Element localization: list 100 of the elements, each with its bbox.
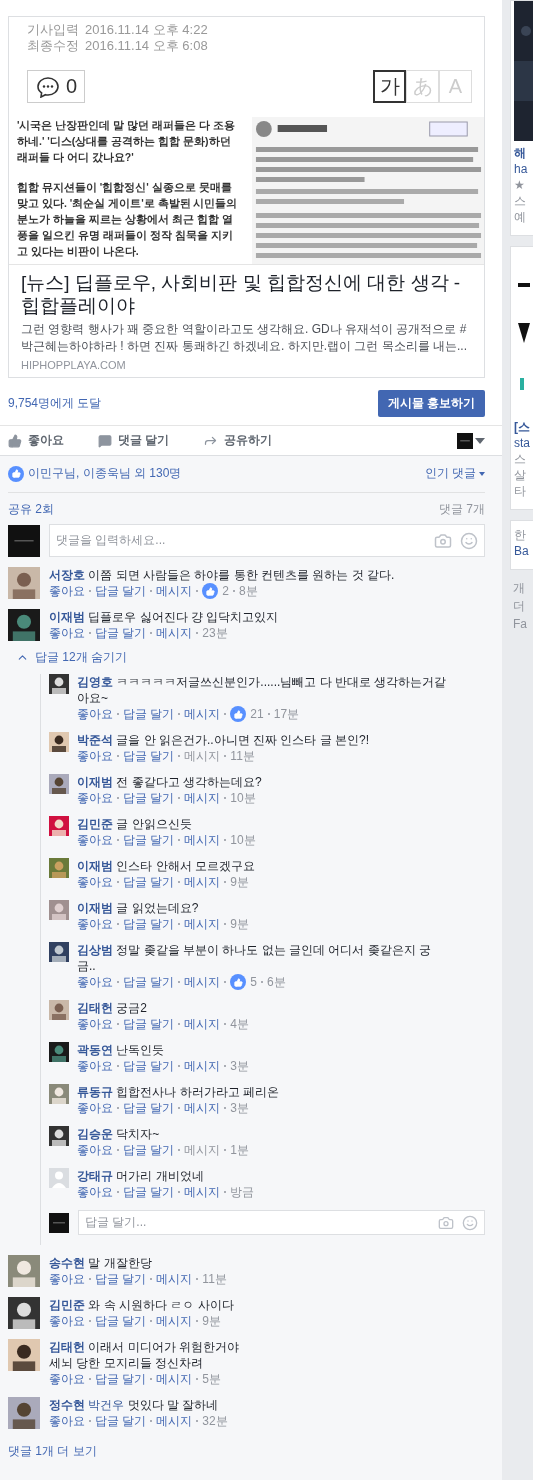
like-icon bbox=[230, 974, 247, 990]
message-link[interactable]: 메시지 bbox=[184, 790, 221, 806]
message-link[interactable]: 메시지 bbox=[184, 706, 221, 722]
sidebar-text[interactable]: sta bbox=[514, 435, 533, 451]
page-selector[interactable] bbox=[457, 432, 485, 449]
comment-time: 3분 bbox=[230, 1100, 250, 1116]
sidebar-text[interactable]: [스 bbox=[514, 419, 533, 435]
link-title: [뉴스] 딥플로우, 사회비판 및 힙합정신에 대한 생각 - 힙합플레이야 bbox=[21, 271, 462, 317]
reply-link[interactable]: 답글 달기 bbox=[123, 1058, 175, 1074]
message-link[interactable]: 메시지 bbox=[184, 974, 221, 990]
reply-link[interactable]: 답글 달기 bbox=[123, 1100, 175, 1116]
message-link[interactable]: 메시지 bbox=[184, 1058, 221, 1074]
like-link[interactable]: 좋아요 bbox=[77, 1016, 113, 1032]
sidebar-text: 예 bbox=[514, 209, 527, 225]
message-link[interactable]: 메시지 bbox=[156, 1413, 193, 1429]
camera-icon[interactable] bbox=[434, 531, 452, 550]
like-link[interactable]: 좋아요 bbox=[77, 1100, 113, 1116]
like-link[interactable]: 좋아요 bbox=[77, 832, 113, 848]
comment-time: 32분 bbox=[202, 1413, 228, 1429]
article-paragraph: '시국은 난장판인데 말 많던 래퍼들은 다 조용하네.' '디스(상대를 공격하는 힙합 문화)하던 래퍼들 다 어디 갔나요?' bbox=[17, 118, 236, 165]
message-link[interactable]: 메시지 bbox=[184, 874, 221, 890]
comment-text: 박준석 글을 안 읽은건가..아니면 진짜 인스타 글 본인?! bbox=[77, 732, 370, 748]
sidebar-text: ★ bbox=[514, 177, 526, 193]
like-link[interactable]: 좋아요 bbox=[77, 916, 113, 932]
like-link[interactable]: 좋아요 bbox=[77, 790, 113, 806]
post-action-button[interactable]: 공유하기 bbox=[203, 432, 273, 449]
like-count: 2 bbox=[222, 583, 230, 599]
like-link[interactable]: 좋아요 bbox=[49, 1271, 85, 1287]
comment-count: 0 bbox=[66, 75, 78, 98]
comment-text: 김태헌 궁금2 bbox=[77, 1000, 149, 1016]
reply-input[interactable]: 답글 달기... bbox=[78, 1210, 485, 1235]
message-link[interactable]: 메시지 bbox=[156, 1271, 193, 1287]
like-link[interactable]: 좋아요 bbox=[77, 874, 113, 890]
sidebar-text[interactable]: 해 bbox=[514, 145, 533, 161]
like-link[interactable]: 좋아요 bbox=[49, 1413, 85, 1429]
comment-time: 8분 bbox=[239, 583, 258, 599]
font-option[interactable]: 가 bbox=[373, 70, 406, 103]
reply-link[interactable]: 답글 달기 bbox=[95, 1271, 147, 1287]
like-link[interactable]: 좋아요 bbox=[49, 1371, 85, 1387]
date-value: 2016.11.14 오후 6:08 bbox=[85, 38, 208, 54]
reply-link[interactable]: 답글 달기 bbox=[123, 1184, 175, 1200]
reply-link[interactable]: 답글 달기 bbox=[123, 874, 175, 890]
sidebar-text: 스 bbox=[514, 451, 527, 467]
like-link[interactable]: 좋아요 bbox=[77, 1058, 113, 1074]
message-link[interactable]: 메시지 bbox=[156, 583, 193, 599]
like-icon bbox=[230, 706, 247, 722]
reply-link[interactable]: 답글 달기 bbox=[95, 1413, 147, 1429]
reply-link[interactable]: 답글 달기 bbox=[95, 625, 147, 641]
like-link[interactable]: 좋아요 bbox=[49, 625, 85, 641]
reply-link[interactable]: 답글 달기 bbox=[123, 748, 175, 764]
like-link[interactable]: 좋아요 bbox=[77, 1184, 113, 1200]
message-link[interactable]: 메시지 bbox=[184, 1184, 221, 1200]
reply-link[interactable]: 답글 달기 bbox=[123, 1016, 175, 1032]
message-link[interactable]: 메시지 bbox=[156, 625, 193, 641]
comment-text: 이재범 전 좋같다고 생각하는데요? bbox=[77, 774, 262, 790]
comment-text: 김승운 닥치자~ bbox=[77, 1126, 161, 1142]
reply-link[interactable]: 답글 달기 bbox=[95, 1313, 147, 1329]
comment-time: 9분 bbox=[230, 874, 250, 890]
post-action-button[interactable]: 댓글 달기 bbox=[98, 432, 170, 449]
message-link[interactable]: 메시지 bbox=[184, 1100, 221, 1116]
like-link[interactable]: 좋아요 bbox=[77, 1142, 113, 1158]
post-action-button[interactable]: 좋아요 bbox=[8, 432, 64, 449]
reply-link[interactable]: 답글 달기 bbox=[123, 706, 175, 722]
share-count[interactable]: 공유 2회 bbox=[8, 501, 54, 518]
sidebar-text[interactable]: ha bbox=[514, 161, 533, 177]
comment-text: 김민준 글 안읽으신듯 bbox=[77, 816, 193, 832]
message-link[interactable]: 메시지 bbox=[184, 1142, 221, 1158]
comment-text: 송수현 말 개잘한당 bbox=[49, 1255, 153, 1271]
reply-link[interactable]: 답글 달기 bbox=[95, 1371, 147, 1387]
emoji-icon[interactable] bbox=[462, 1214, 478, 1231]
promote-post-button[interactable]: 게시물 홍보하기 bbox=[377, 390, 485, 417]
reach-count: 9,754명에게 도달 bbox=[8, 395, 102, 412]
comment-text: 이재범 글 읽었는데요? bbox=[77, 900, 200, 916]
like-link[interactable]: 좋아요 bbox=[77, 748, 113, 764]
date-value: 2016.11.14 오후 4:22 bbox=[85, 22, 208, 38]
likes-summary[interactable]: 이민구님, 이종욱님 외 130명 bbox=[28, 465, 182, 482]
message-link[interactable]: 메시지 bbox=[184, 748, 221, 764]
emoji-icon[interactable] bbox=[460, 531, 478, 550]
like-link[interactable]: 좋아요 bbox=[49, 583, 85, 599]
hide-replies-link[interactable]: 답글 12개 숨기기 bbox=[16, 649, 485, 666]
like-link[interactable]: 좋아요 bbox=[77, 706, 113, 722]
message-link[interactable]: 메시지 bbox=[184, 1016, 221, 1032]
message-link[interactable]: 메시지 bbox=[184, 832, 221, 848]
message-link[interactable]: 메시지 bbox=[156, 1371, 193, 1387]
like-link[interactable]: 좋아요 bbox=[49, 1313, 85, 1329]
camera-icon[interactable] bbox=[438, 1214, 454, 1231]
reply-link[interactable]: 답글 달기 bbox=[95, 583, 147, 599]
reply-link[interactable]: 답글 달기 bbox=[123, 916, 175, 932]
reply-link[interactable]: 답글 달기 bbox=[123, 1142, 175, 1158]
link-preview-card[interactable] bbox=[8, 16, 485, 378]
sort-dropdown[interactable]: 인기 댓글 bbox=[424, 465, 485, 482]
reply-link[interactable]: 답글 달기 bbox=[123, 790, 175, 806]
message-link[interactable]: 메시지 bbox=[184, 916, 221, 932]
like-link[interactable]: 좋아요 bbox=[77, 974, 113, 990]
reply-link[interactable]: 답글 달기 bbox=[123, 832, 175, 848]
comment-input[interactable]: 댓글을 입력하세요... bbox=[49, 524, 485, 557]
sidebar-text[interactable]: Ba bbox=[514, 543, 533, 559]
more-comments-link[interactable]: 댓글 1개 더 보기 bbox=[8, 1443, 485, 1460]
reply-link[interactable]: 답글 달기 bbox=[123, 974, 175, 990]
message-link[interactable]: 메시지 bbox=[156, 1313, 193, 1329]
